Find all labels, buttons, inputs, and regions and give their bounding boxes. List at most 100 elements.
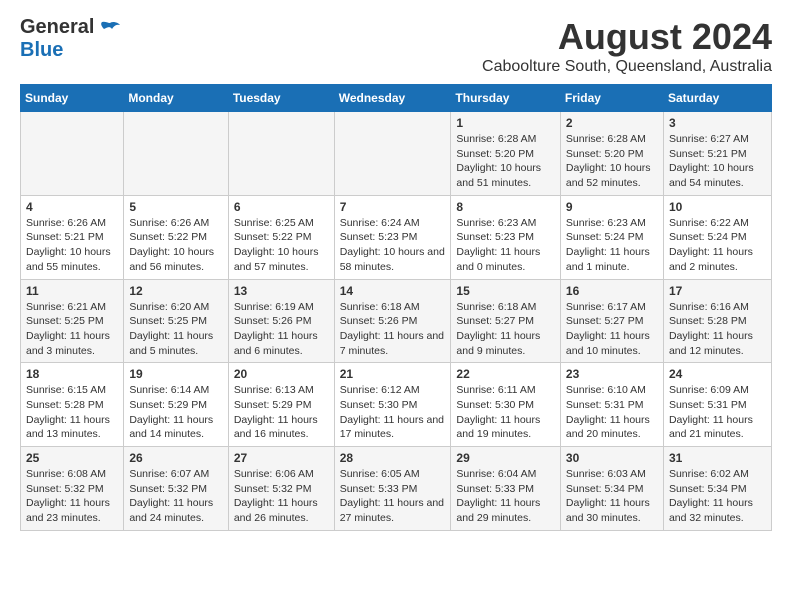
calendar-cell: 28Sunrise: 6:05 AMSunset: 5:33 PMDayligh… <box>334 447 451 531</box>
calendar-cell: 29Sunrise: 6:04 AMSunset: 5:33 PMDayligh… <box>451 447 561 531</box>
cell-text: Daylight: 10 hours and 55 minutes. <box>26 245 118 274</box>
cell-text: Sunrise: 6:23 AM <box>456 216 555 231</box>
cell-text: Daylight: 10 hours and 52 minutes. <box>566 161 658 190</box>
weekday-header-monday: Monday <box>124 85 228 112</box>
day-number: 29 <box>456 451 555 465</box>
logo-bird-icon <box>100 21 120 37</box>
cell-text: Sunrise: 6:06 AM <box>234 467 329 482</box>
calendar-cell <box>124 112 228 196</box>
day-number: 13 <box>234 284 329 298</box>
cell-text: Sunrise: 6:26 AM <box>26 216 118 231</box>
title-area: August 2024 Caboolture South, Queensland… <box>482 16 772 76</box>
cell-text: Sunrise: 6:16 AM <box>669 300 766 315</box>
day-number: 31 <box>669 451 766 465</box>
cell-text: Sunset: 5:21 PM <box>669 147 766 162</box>
cell-text: Daylight: 11 hours and 12 minutes. <box>669 329 766 358</box>
cell-text: Sunset: 5:23 PM <box>456 230 555 245</box>
cell-text: Daylight: 11 hours and 19 minutes. <box>456 413 555 442</box>
cell-text: Sunrise: 6:28 AM <box>456 132 555 147</box>
logo-blue-text: Blue <box>20 39 63 62</box>
calendar-cell: 24Sunrise: 6:09 AMSunset: 5:31 PMDayligh… <box>663 363 771 447</box>
calendar-cell: 10Sunrise: 6:22 AMSunset: 5:24 PMDayligh… <box>663 195 771 279</box>
cell-text: Daylight: 11 hours and 27 minutes. <box>340 496 446 525</box>
cell-text: Sunset: 5:34 PM <box>669 482 766 497</box>
weekday-header-sunday: Sunday <box>21 85 124 112</box>
cell-text: Sunrise: 6:17 AM <box>566 300 658 315</box>
day-number: 27 <box>234 451 329 465</box>
cell-text: Sunset: 5:32 PM <box>26 482 118 497</box>
logo-general-text: General <box>20 16 94 38</box>
cell-text: Sunset: 5:20 PM <box>566 147 658 162</box>
calendar-cell: 22Sunrise: 6:11 AMSunset: 5:30 PMDayligh… <box>451 363 561 447</box>
cell-text: Daylight: 11 hours and 7 minutes. <box>340 329 446 358</box>
cell-text: Sunrise: 6:10 AM <box>566 383 658 398</box>
day-number: 12 <box>129 284 222 298</box>
cell-text: Sunset: 5:22 PM <box>234 230 329 245</box>
cell-text: Sunrise: 6:02 AM <box>669 467 766 482</box>
cell-text: Daylight: 11 hours and 0 minutes. <box>456 245 555 274</box>
day-number: 18 <box>26 367 118 381</box>
cell-text: Sunset: 5:32 PM <box>234 482 329 497</box>
cell-text: Sunset: 5:33 PM <box>340 482 446 497</box>
calendar-week-1: 1Sunrise: 6:28 AMSunset: 5:20 PMDaylight… <box>21 112 772 196</box>
day-number: 2 <box>566 116 658 130</box>
cell-text: Daylight: 11 hours and 6 minutes. <box>234 329 329 358</box>
cell-text: Sunset: 5:26 PM <box>340 314 446 329</box>
calendar-week-4: 18Sunrise: 6:15 AMSunset: 5:28 PMDayligh… <box>21 363 772 447</box>
calendar-cell <box>334 112 451 196</box>
weekday-header-wednesday: Wednesday <box>334 85 451 112</box>
cell-text: Sunrise: 6:22 AM <box>669 216 766 231</box>
cell-text: Sunrise: 6:28 AM <box>566 132 658 147</box>
cell-text: Sunrise: 6:07 AM <box>129 467 222 482</box>
calendar-week-2: 4Sunrise: 6:26 AMSunset: 5:21 PMDaylight… <box>21 195 772 279</box>
cell-text: Sunrise: 6:18 AM <box>340 300 446 315</box>
calendar-week-3: 11Sunrise: 6:21 AMSunset: 5:25 PMDayligh… <box>21 279 772 363</box>
weekday-header-friday: Friday <box>560 85 663 112</box>
day-number: 23 <box>566 367 658 381</box>
cell-text: Daylight: 11 hours and 13 minutes. <box>26 413 118 442</box>
cell-text: Sunrise: 6:20 AM <box>129 300 222 315</box>
cell-text: Sunset: 5:30 PM <box>456 398 555 413</box>
calendar-cell: 9Sunrise: 6:23 AMSunset: 5:24 PMDaylight… <box>560 195 663 279</box>
calendar-cell: 4Sunrise: 6:26 AMSunset: 5:21 PMDaylight… <box>21 195 124 279</box>
day-number: 6 <box>234 200 329 214</box>
cell-text: Sunrise: 6:03 AM <box>566 467 658 482</box>
cell-text: Daylight: 11 hours and 3 minutes. <box>26 329 118 358</box>
day-number: 3 <box>669 116 766 130</box>
calendar-cell: 23Sunrise: 6:10 AMSunset: 5:31 PMDayligh… <box>560 363 663 447</box>
calendar-cell: 14 Sunrise: 6:18 AMSunset: 5:26 PMDayligh… <box>334 279 451 363</box>
day-number: 26 <box>129 451 222 465</box>
cell-text: Sunset: 5:29 PM <box>234 398 329 413</box>
cell-text: Sunset: 5:25 PM <box>26 314 118 329</box>
calendar-cell: 21Sunrise: 6:12 AMSunset: 5:30 PMDayligh… <box>334 363 451 447</box>
day-number: 14 <box>340 284 446 298</box>
cell-text: Daylight: 11 hours and 26 minutes. <box>234 496 329 525</box>
cell-text: Sunset: 5:27 PM <box>566 314 658 329</box>
cell-text: Daylight: 11 hours and 21 minutes. <box>669 413 766 442</box>
calendar-cell: 19Sunrise: 6:14 AMSunset: 5:29 PMDayligh… <box>124 363 228 447</box>
cell-text: Daylight: 11 hours and 2 minutes. <box>669 245 766 274</box>
calendar-cell: 2 Sunrise: 6:28 AMSunset: 5:20 PMDaylight… <box>560 112 663 196</box>
day-number: 25 <box>26 451 118 465</box>
cell-text: Sunrise: 6:12 AM <box>340 383 446 398</box>
day-number: 7 <box>340 200 446 214</box>
calendar-cell: 13Sunrise: 6:19 AMSunset: 5:26 PMDayligh… <box>228 279 334 363</box>
day-number: 21 <box>340 367 446 381</box>
calendar-cell: 16Sunrise: 6:17 AMSunset: 5:27 PMDayligh… <box>560 279 663 363</box>
cell-text: Sunset: 5:29 PM <box>129 398 222 413</box>
calendar-week-5: 25Sunrise: 6:08 AMSunset: 5:32 PMDayligh… <box>21 447 772 531</box>
cell-text: Sunset: 5:26 PM <box>234 314 329 329</box>
calendar-cell: 5Sunrise: 6:26 AMSunset: 5:22 PMDaylight… <box>124 195 228 279</box>
cell-text: Sunrise: 6:15 AM <box>26 383 118 398</box>
cell-text: Sunrise: 6:09 AM <box>669 383 766 398</box>
day-number: 20 <box>234 367 329 381</box>
calendar-cell: 25Sunrise: 6:08 AMSunset: 5:32 PMDayligh… <box>21 447 124 531</box>
day-number: 4 <box>26 200 118 214</box>
cell-text: Sunset: 5:22 PM <box>129 230 222 245</box>
calendar-cell <box>228 112 334 196</box>
cell-text: Sunset: 5:33 PM <box>456 482 555 497</box>
day-number: 5 <box>129 200 222 214</box>
cell-text: Sunset: 5:27 PM <box>456 314 555 329</box>
day-number: 9 <box>566 200 658 214</box>
calendar-cell: 8Sunrise: 6:23 AMSunset: 5:23 PMDaylight… <box>451 195 561 279</box>
